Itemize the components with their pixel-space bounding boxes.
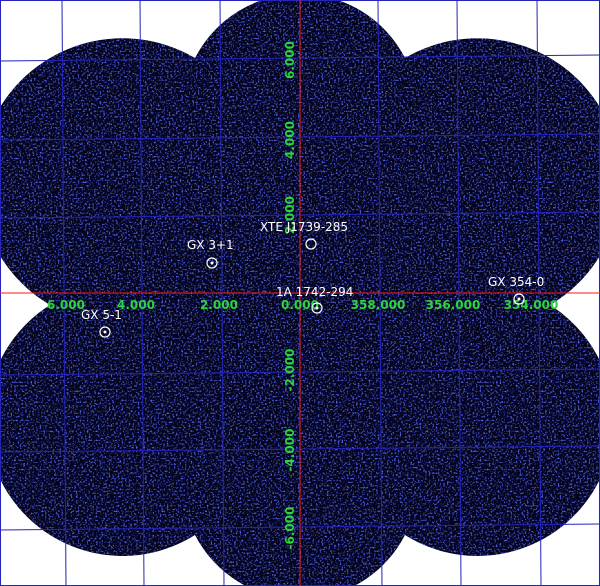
glat-tick-label: -2.000: [283, 349, 297, 392]
glon-tick-label: 354.000: [504, 298, 559, 312]
glat-tick-label: -6.000: [283, 507, 297, 550]
glon-tick-label: 6.000: [47, 298, 85, 312]
source-label: 1A 1742-294: [276, 285, 353, 299]
glat-tick-label: -4.000: [283, 429, 297, 472]
source-label: XTE J1739-285: [260, 220, 348, 234]
source-dot: [103, 330, 107, 334]
source-label: GX 5-1: [81, 308, 122, 322]
glon-tick-label: 358.000: [351, 298, 406, 312]
glon-tick-label: 2.000: [200, 298, 238, 312]
glat-tick-label: 6.000: [283, 41, 297, 79]
glat-tick-label: 4.000: [283, 121, 297, 159]
glon-tick-label: 4.000: [117, 298, 155, 312]
source-dot: [517, 297, 521, 301]
glon-tick-label: 356.000: [426, 298, 481, 312]
source-label: GX 354-0: [488, 275, 544, 289]
source-dot: [315, 306, 319, 310]
source-label: GX 3+1: [187, 238, 234, 252]
source-dot: [210, 261, 214, 265]
sky-map: 6.000 4.000 2.000 0.000 358.000 356.000 354.00…: [0, 0, 600, 586]
